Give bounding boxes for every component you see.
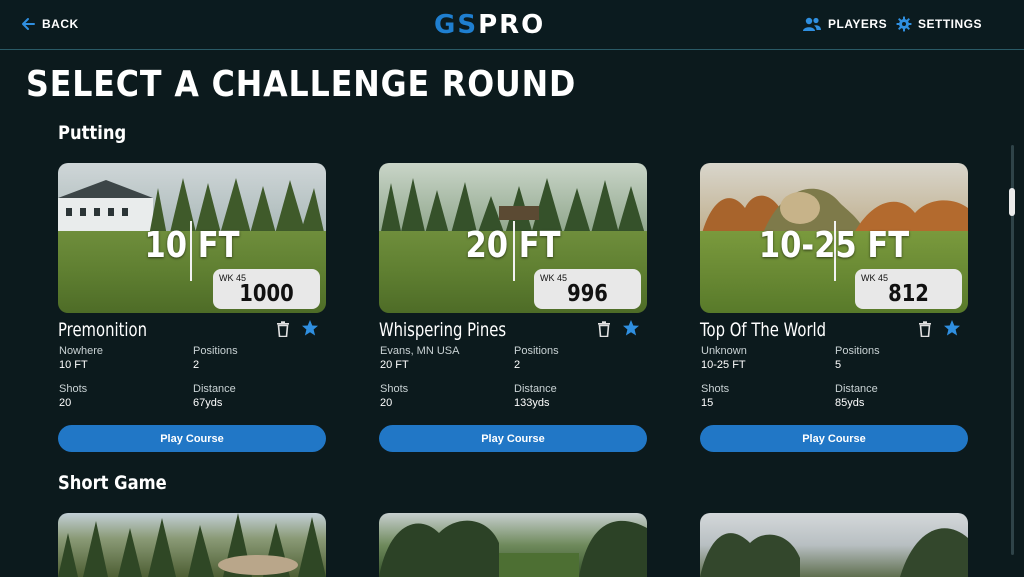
score-value: 996 [567, 281, 608, 307]
positions-value: 5 [835, 359, 842, 371]
star-icon[interactable] [943, 319, 961, 337]
course-location: Nowhere [59, 345, 104, 357]
star-icon[interactable] [622, 319, 640, 337]
trash-icon[interactable] [276, 321, 290, 337]
gspro-logo: GSPRO [434, 10, 546, 40]
course-length: 10-25 FT [701, 359, 746, 371]
course-length: 20 FT [380, 359, 409, 371]
course-location: Evans, MN USA [380, 345, 460, 357]
course-thumbnail[interactable]: 10 FT WK 45 1000 [58, 163, 326, 313]
distance-value: 133yds [514, 397, 550, 409]
course-thumbnail[interactable]: 10-25 FT WK 45 812 [700, 163, 968, 313]
section-title-short-game: Short Game [58, 472, 167, 494]
settings-label: SETTINGS [918, 17, 983, 31]
play-course-button[interactable]: Play Course [58, 425, 326, 452]
course-length: 10 FT [59, 359, 88, 371]
course-scenery [379, 520, 647, 577]
users-icon [803, 17, 821, 31]
distance-overlay: 10 FT [144, 225, 240, 266]
shots-label: Shots [701, 383, 730, 395]
distance-overlay: 20 FT [465, 225, 561, 266]
arrow-left-icon [22, 18, 35, 30]
shots-value: 20 [380, 397, 393, 409]
players-button[interactable]: PLAYERS [802, 16, 887, 32]
course-thumbnail[interactable]: 20 FT WK 45 996 [379, 163, 647, 313]
positions-value: 2 [193, 359, 200, 371]
course-name: Top Of The World [700, 319, 827, 341]
back-button[interactable]: BACK [20, 16, 79, 32]
distance-label: Distance [514, 383, 557, 395]
gear-icon [896, 16, 912, 32]
course-name: Premonition [58, 319, 147, 341]
page-title: SELECT A CHALLENGE ROUND [26, 64, 577, 105]
course-location: Unknown [701, 345, 747, 357]
star-icon[interactable] [301, 319, 319, 337]
course-thumbnail[interactable] [379, 513, 647, 577]
distance-value: 67yds [193, 397, 223, 409]
top-bar: BACK GSPRO PLAYERS SETTINGS [0, 0, 1024, 50]
trash-icon[interactable] [597, 321, 611, 337]
players-label: PLAYERS [828, 17, 888, 31]
distance-overlay: 10-25 FT [758, 225, 910, 266]
score-box: WK 45 812 [855, 269, 962, 309]
section-title-putting: Putting [58, 122, 127, 144]
scrollbar-thumb[interactable] [1009, 188, 1015, 216]
positions-label: Positions [193, 345, 238, 357]
distance-label: Distance [835, 383, 878, 395]
back-label: BACK [42, 17, 79, 31]
shots-label: Shots [59, 383, 88, 395]
positions-value: 2 [514, 359, 521, 371]
course-card: 20 FT WK 45 996 Whispering Pines Evans, … [379, 163, 647, 452]
score-box: WK 45 1000 [213, 269, 320, 309]
course-scenery [58, 513, 326, 577]
play-course-button[interactable]: Play Course [379, 425, 647, 452]
course-scenery [700, 528, 968, 577]
distance-label: Distance [193, 383, 236, 395]
shots-label: Shots [380, 383, 409, 395]
course-thumbnail[interactable] [58, 513, 326, 577]
trash-icon[interactable] [918, 321, 932, 337]
course-name: Whispering Pines [379, 319, 507, 341]
score-value: 812 [888, 281, 929, 307]
shots-value: 20 [59, 397, 72, 409]
score-box: WK 45 996 [534, 269, 641, 309]
distance-value: 85yds [835, 397, 865, 409]
positions-label: Positions [835, 345, 880, 357]
positions-label: Positions [514, 345, 559, 357]
course-card: 10 FT WK 45 1000 Premonition Nowhere 10 … [58, 163, 326, 452]
play-course-button[interactable]: Play Course [700, 425, 968, 452]
score-value: 1000 [239, 281, 294, 307]
shots-value: 15 [701, 397, 714, 409]
course-card: 10-25 FT WK 45 812 Top Of The World Unkn… [700, 163, 968, 452]
settings-button[interactable]: SETTINGS [896, 16, 982, 32]
course-thumbnail[interactable] [700, 513, 968, 577]
